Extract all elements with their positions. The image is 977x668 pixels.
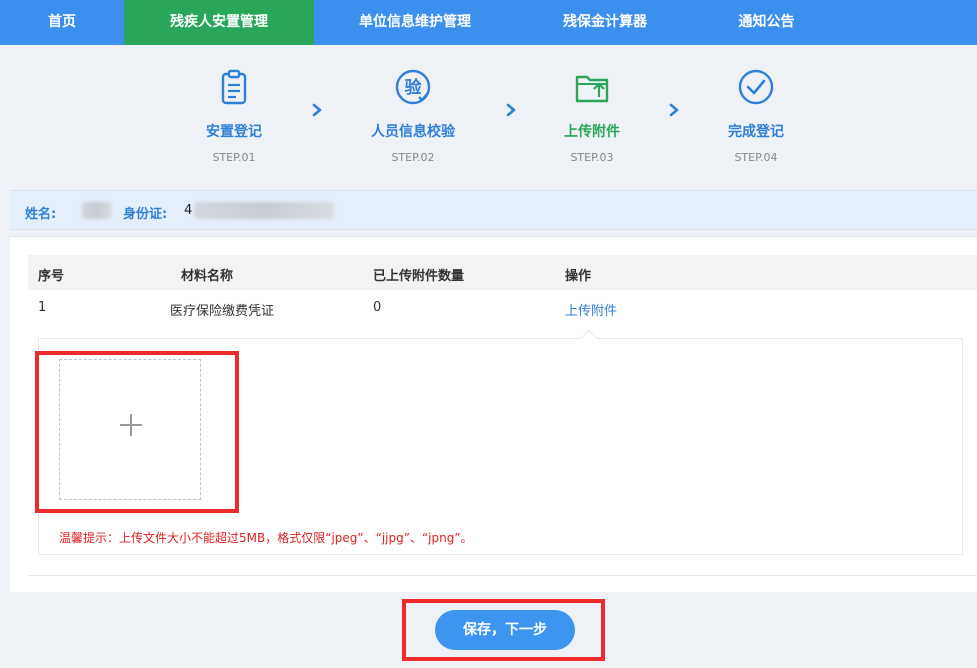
id-label: 身份证: [123, 207, 168, 222]
step-1: 安置登记 STEP.01 [164, 45, 304, 164]
clipboard-icon [221, 69, 247, 105]
name-label: 姓名: [25, 207, 57, 222]
step-label: 完成登记 [728, 124, 784, 140]
panel-caret [580, 329, 598, 347]
row-upload-count: 0 [373, 300, 382, 315]
name-value-redacted [82, 202, 112, 219]
nav-item-calculator[interactable]: 残保金计算器 [516, 0, 694, 45]
step-number: STEP.04 [734, 151, 778, 164]
upload-attachment-link[interactable]: 上传附件 [565, 300, 617, 319]
upload-tip: 温馨提示：上传文件大小不能超过5MB，格式仅限“jpeg”、“jjpg”、“jp… [59, 531, 473, 545]
step-number: STEP.01 [212, 151, 256, 164]
step-progress: 安置登记 STEP.01 验 人员信息校验 STEP.02 上传附件 STEP.… [10, 45, 977, 188]
column-header-index: 序号 [38, 269, 65, 284]
save-next-button[interactable]: 保存，下一步 [435, 610, 575, 650]
step-4: 完成登记 STEP.04 [686, 45, 826, 164]
verify-seal-glyph: 验 [405, 77, 423, 98]
column-header-action: 操作 [565, 269, 592, 284]
step-number: STEP.02 [391, 151, 435, 164]
nav-item-home[interactable]: 首页 [0, 0, 124, 45]
id-value: 4 [184, 203, 193, 218]
step-number: STEP.03 [570, 151, 614, 164]
row-index: 1 [38, 300, 47, 315]
verify-seal-icon: 验 [395, 69, 431, 105]
step-2: 验 人员信息校验 STEP.02 [343, 45, 483, 164]
top-nav: 首页 残疾人安置管理 单位信息维护管理 残保金计算器 通知公告 [0, 0, 977, 45]
chevron-right-icon [506, 103, 516, 117]
id-value-redacted [194, 202, 334, 219]
step-label: 上传附件 [564, 124, 620, 140]
row-material-name: 医疗保险缴费凭证 [170, 304, 275, 319]
step-3: 上传附件 STEP.03 [522, 45, 662, 164]
nav-item-placement-management[interactable]: 残疾人安置管理 [124, 0, 314, 45]
person-info-bar: 姓名: 身份证: 4 [10, 190, 977, 230]
nav-item-notices[interactable]: 通知公告 [694, 0, 839, 45]
column-header-material: 材料名称 [181, 269, 234, 284]
table-header: 序号 材料名称 已上传附件数量 操作 [28, 255, 977, 290]
divider [28, 575, 977, 576]
check-circle-icon [738, 69, 774, 105]
column-header-count: 已上传附件数量 [373, 269, 465, 284]
chevron-right-icon [312, 103, 322, 117]
nav-item-unit-info[interactable]: 单位信息维护管理 [314, 0, 516, 45]
highlight-box-upload [35, 351, 239, 513]
folder-upload-icon [575, 75, 609, 103]
step-label: 人员信息校验 [371, 124, 455, 140]
chevron-right-icon [669, 103, 679, 117]
step-label: 安置登记 [206, 124, 262, 140]
table-row: 1 医疗保险缴费凭证 0 上传附件 [28, 290, 977, 326]
